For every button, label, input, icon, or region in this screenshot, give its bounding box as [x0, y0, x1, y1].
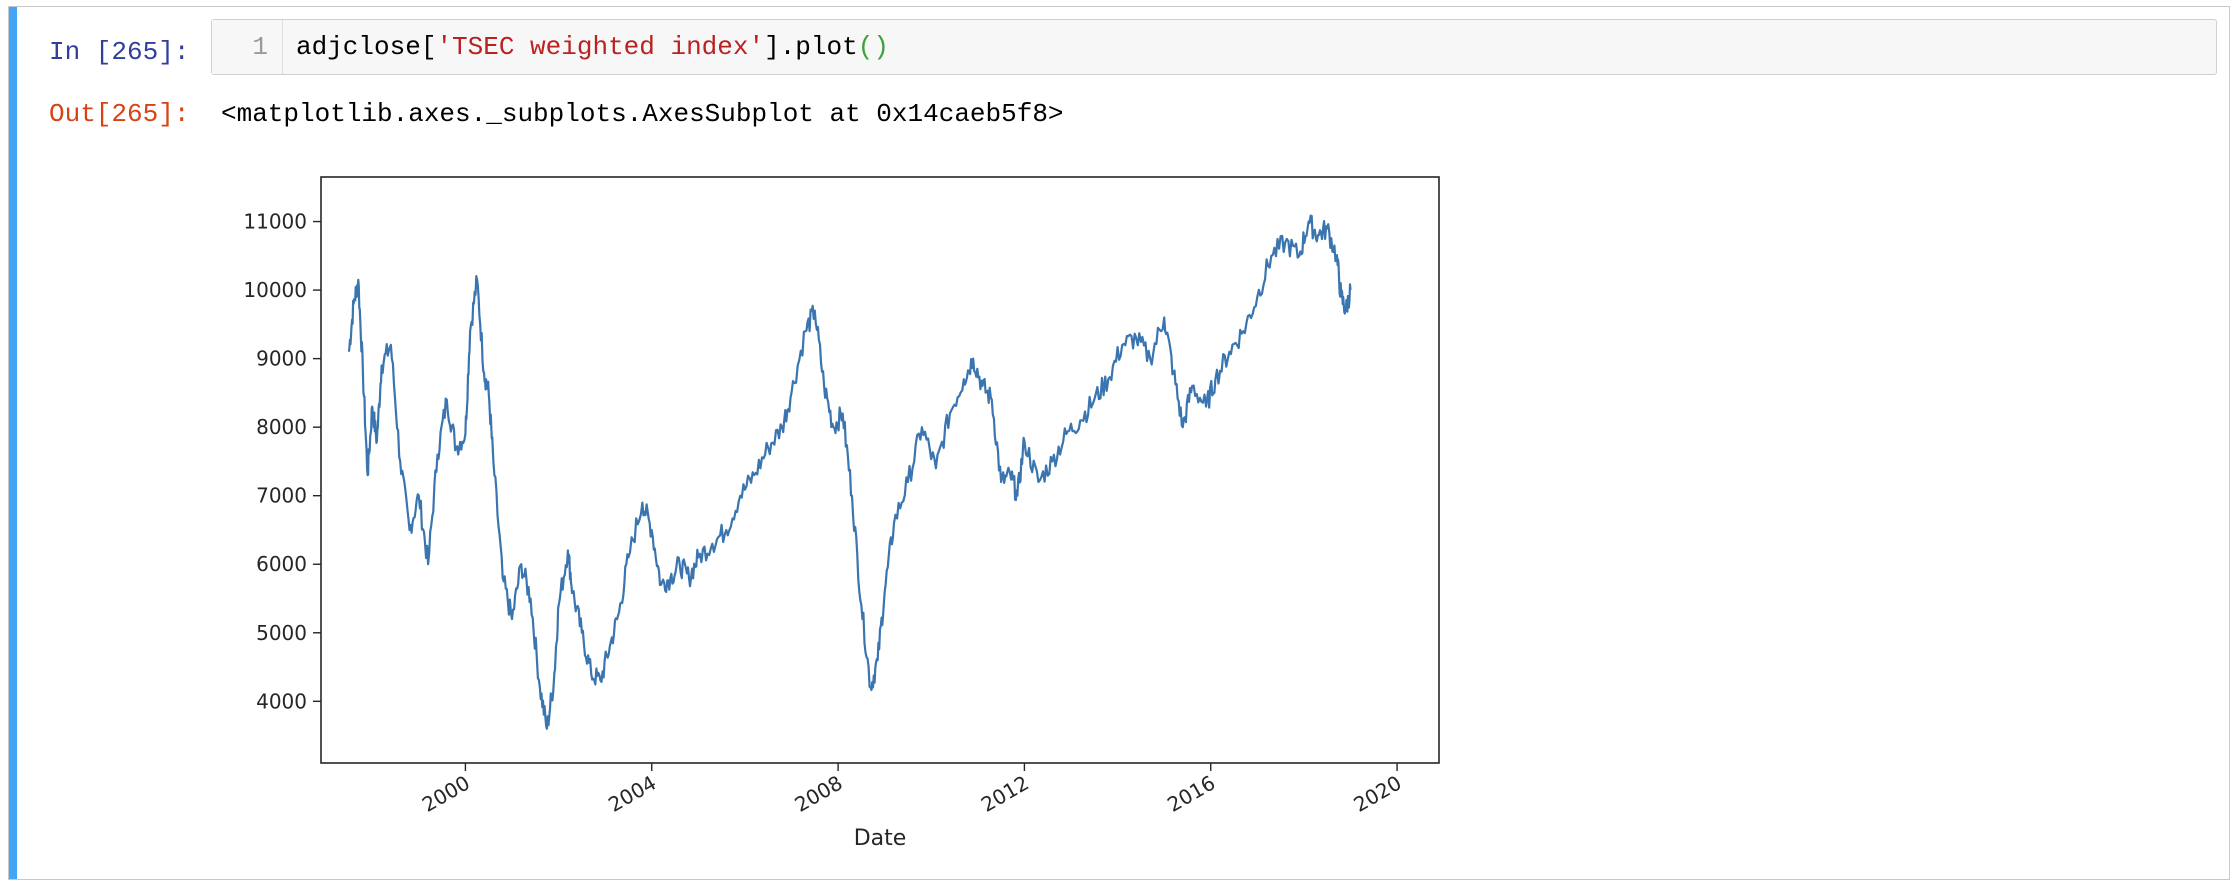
- chart-canvas: 4000500060007000800090001000011000 2000 2…: [243, 176, 1440, 851]
- cell-selection-bar: [9, 7, 17, 879]
- x-tick-label: 2012: [977, 771, 1033, 817]
- code-line[interactable]: adjclose['TSEC weighted index'].plot(): [296, 32, 889, 62]
- y-axis-ticks: 4000 5000 6000 7000 8000 9000 10000 11000: [243, 210, 321, 713]
- y-tick-label: 7000: [256, 484, 307, 508]
- plot-area: [320, 176, 1440, 764]
- x-tick-label: 2016: [1163, 771, 1219, 817]
- x-axis-label: Date: [854, 826, 907, 851]
- y-tick-label: 10000: [243, 278, 307, 302]
- y-tick-label: 4000: [256, 689, 307, 713]
- x-tick-label: 2000: [418, 771, 474, 817]
- y-tick-label: 5000: [256, 621, 307, 645]
- x-tick-label: 2004: [604, 771, 660, 817]
- notebook-cell[interactable]: In [265]: 1 adjclose['TSEC weighted inde…: [8, 6, 2230, 880]
- x-tick-label: 2020: [1349, 771, 1405, 817]
- y-tick-label: 9000: [256, 347, 307, 371]
- plot-frame: [320, 176, 1440, 764]
- input-prompt: In [265]:: [49, 37, 190, 67]
- code-method: ].plot: [764, 32, 858, 62]
- code-identifier: adjclose[: [296, 32, 437, 62]
- series-line-0: [347, 214, 1352, 730]
- line-chart: 4000 5000 6000 7000 8000 9000 10000 11000 2000 2…: [221, 157, 1481, 857]
- output-prompt: Out[265]:: [49, 99, 190, 129]
- y-tick-label: 6000: [256, 552, 307, 576]
- y-tick-label: 11000: [243, 210, 307, 234]
- code-string-literal: 'TSEC weighted index': [436, 32, 765, 62]
- code-parentheses: (): [857, 32, 889, 62]
- x-tick-label: 2008: [790, 771, 846, 817]
- x-axis-ticks: 2000 2004 2008 2012 2016 2020: [418, 763, 1406, 817]
- line-number: 1: [252, 32, 268, 62]
- line-number-gutter: 1: [212, 20, 283, 74]
- y-tick-label: 8000: [256, 415, 307, 439]
- code-editor[interactable]: 1 adjclose['TSEC weighted index'].plot(): [211, 19, 2217, 75]
- output-repr-text: <matplotlib.axes._subplots.AxesSubplot a…: [221, 99, 1064, 129]
